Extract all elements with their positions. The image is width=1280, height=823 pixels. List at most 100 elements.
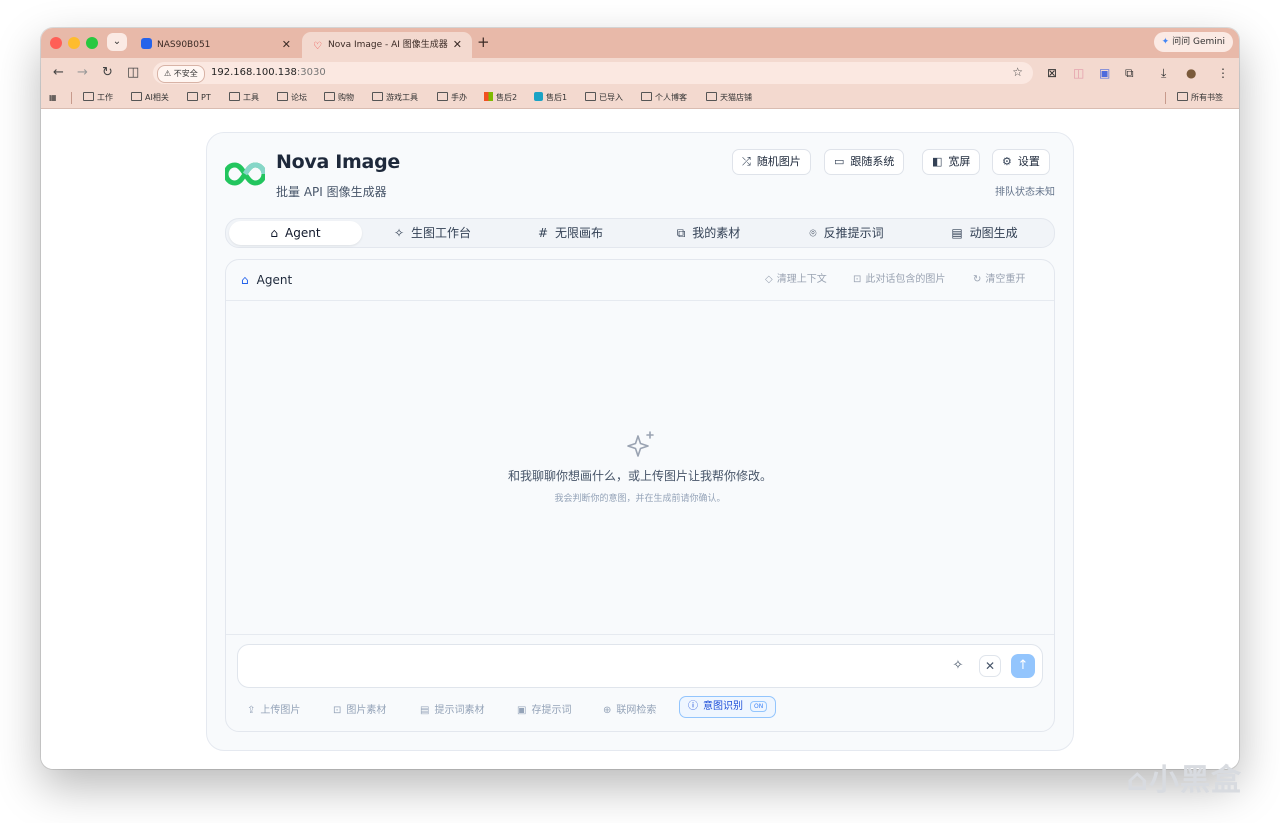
tool-label: 图片素材 bbox=[346, 705, 387, 716]
theme-follow-system-button[interactable]: ▭ 跟随系统 bbox=[824, 149, 905, 175]
minimize-window-button[interactable] bbox=[68, 37, 80, 49]
folder-icon bbox=[229, 92, 240, 101]
film-icon: ▤ bbox=[951, 226, 963, 240]
gemini-button[interactable]: ✦ 问问 Gemini bbox=[1153, 32, 1233, 52]
settings-button[interactable]: ⚙ 设置 bbox=[992, 149, 1050, 175]
browser-tab-nova[interactable]: ♡ Nova Image - AI 图像生成器 ✕ bbox=[302, 32, 472, 58]
folder-icon bbox=[437, 92, 448, 101]
folder-icon bbox=[1177, 92, 1188, 101]
intent-icon: ⓘ bbox=[688, 701, 698, 712]
forward-icon[interactable]: → bbox=[77, 65, 88, 81]
chat-images-button[interactable]: ⊡ 此对话包含的图片 bbox=[853, 260, 945, 300]
upload-image-button[interactable]: ⇪ 上传图片 bbox=[247, 701, 300, 716]
tab-label: 无限画布 bbox=[555, 226, 604, 240]
nova-favicon-icon: ♡ bbox=[313, 41, 322, 52]
tab-search-button[interactable]: ⌄ bbox=[107, 33, 127, 51]
monitor-icon: ▭ bbox=[834, 155, 845, 168]
save-prompt-button[interactable]: ▣ 存提示词 bbox=[517, 701, 571, 716]
bookmark-folder[interactable]: PT bbox=[187, 91, 211, 105]
random-image-button[interactable]: ⤮ 随机图片 bbox=[732, 149, 811, 175]
tab-workbench[interactable]: ✧ 生图工作台 bbox=[366, 221, 499, 245]
tab-label: Agent bbox=[285, 226, 321, 240]
intent-recognition-toggle[interactable]: ⓘ 意图识别 ON bbox=[679, 696, 777, 718]
tab-infinite-canvas[interactable]: # 无限画布 bbox=[504, 221, 637, 245]
nova-logo-icon bbox=[225, 162, 265, 186]
bookmark-link[interactable]: 售后2 bbox=[484, 91, 517, 105]
bookmark-label: 个人博客 bbox=[655, 93, 687, 102]
widescreen-button[interactable]: ◧ 宽屏 bbox=[922, 149, 981, 175]
omnibox[interactable]: ⚠ 不安全 192.168.100.138:3030 ☆ bbox=[153, 62, 1033, 84]
extension-icon[interactable]: ⊠ bbox=[1047, 66, 1057, 80]
gear-icon: ⚙ bbox=[1002, 155, 1012, 168]
bookmark-folder[interactable]: 工具 bbox=[229, 91, 259, 105]
watermark-logo: ⌂小黑盒 bbox=[1126, 763, 1242, 798]
extension-icon[interactable]: ◫ bbox=[1073, 66, 1084, 80]
message-input[interactable]: ✧ ✕ ↑ bbox=[237, 644, 1043, 688]
new-tab-button[interactable]: + bbox=[477, 33, 490, 51]
close-tab-icon[interactable]: ✕ bbox=[282, 32, 291, 58]
tab-my-assets[interactable]: ⧉ 我的素材 bbox=[642, 221, 775, 245]
extension-icon[interactable]: ▣ bbox=[1099, 66, 1110, 80]
tab-title: Nova Image - AI 图像生成器 bbox=[328, 40, 448, 50]
send-button[interactable]: ↑ bbox=[1011, 654, 1035, 678]
bookmark-label: 工具 bbox=[243, 93, 259, 102]
bookmark-label: AI相关 bbox=[145, 93, 169, 102]
close-tab-icon[interactable]: ✕ bbox=[453, 32, 462, 58]
enhance-prompt-button[interactable]: ✧ bbox=[947, 655, 969, 677]
bookmark-folder[interactable]: 已导入 bbox=[585, 91, 623, 105]
web-search-button[interactable]: ⊕ 联网检索 bbox=[603, 701, 656, 716]
tab-reverse-prompt[interactable]: ⌾ 反推提示词 bbox=[780, 221, 913, 245]
clear-input-button[interactable]: ✕ bbox=[979, 655, 1001, 677]
bookmark-folder[interactable]: 手办 bbox=[437, 91, 467, 105]
zoom-window-button[interactable] bbox=[86, 37, 98, 49]
tab-agent[interactable]: ⌂ Agent bbox=[229, 221, 362, 245]
bookmark-label: 论坛 bbox=[291, 93, 307, 102]
security-chip[interactable]: ⚠ 不安全 bbox=[157, 65, 205, 83]
bookmark-link[interactable]: 售后1 bbox=[534, 91, 567, 105]
robot-icon: ⌂ bbox=[241, 273, 249, 287]
browser-tab-nas[interactable]: NAS90B051 ✕ bbox=[131, 32, 301, 58]
prompt-assets-button[interactable]: ▤ 提示词素材 bbox=[420, 701, 484, 716]
bookmark-folder[interactable]: AI相关 bbox=[131, 91, 169, 105]
avatar[interactable]: ● bbox=[1186, 66, 1196, 80]
bookmark-label: 游戏工具 bbox=[386, 93, 418, 102]
folder-icon bbox=[585, 92, 596, 101]
bookmark-star-icon[interactable]: ☆ bbox=[1012, 65, 1023, 79]
bookmark-label: 已导入 bbox=[599, 93, 623, 102]
bookmark-folder[interactable]: 论坛 bbox=[277, 91, 307, 105]
reset-chat-button[interactable]: ↻ 清空重开 bbox=[973, 260, 1025, 300]
folder-icon bbox=[324, 92, 335, 101]
main-tabs: ⌂ Agent ✧ 生图工作台 # 无限画布 ⧉ 我的素材 ⌾ 反推提示词 ▤ 动图生成 bbox=[225, 218, 1055, 248]
robot-icon: ⌂ bbox=[270, 226, 279, 240]
bookmark-folder[interactable]: 游戏工具 bbox=[372, 91, 418, 105]
back-icon[interactable]: ← bbox=[53, 65, 64, 81]
apps-grid-icon[interactable]: ▦ bbox=[49, 91, 57, 105]
tab-animation[interactable]: ▤ 动图生成 bbox=[918, 221, 1051, 245]
globe-icon: ⊕ bbox=[603, 705, 612, 716]
folder-icon bbox=[83, 92, 94, 101]
bookmark-folder[interactable]: 天猫店铺 bbox=[706, 91, 752, 105]
bookmark-label: 天猫店铺 bbox=[720, 93, 752, 102]
toggle-state-badge: ON bbox=[750, 701, 768, 712]
puzzle-icon[interactable]: ⧉ bbox=[1125, 66, 1134, 80]
menu-dots-icon[interactable]: ⋮ bbox=[1217, 66, 1229, 80]
download-icon[interactable]: ⤓ bbox=[1161, 66, 1166, 80]
bookmark-folder[interactable]: 购物 bbox=[324, 91, 354, 105]
image-assets-button[interactable]: ⊡ 图片素材 bbox=[333, 701, 386, 716]
hash-icon: # bbox=[537, 226, 549, 240]
all-bookmarks-folder[interactable]: 所有书签 bbox=[1177, 91, 1223, 105]
widescreen-icon: ◧ bbox=[932, 155, 943, 168]
bookmark-folder[interactable]: 工作 bbox=[83, 91, 113, 105]
reload-icon[interactable]: ↻ bbox=[102, 65, 113, 81]
clear-context-button[interactable]: ◇ 清理上下文 bbox=[765, 260, 827, 300]
bookmark-folder[interactable]: 个人博客 bbox=[641, 91, 687, 105]
tool-label: 上传图片 bbox=[260, 705, 301, 716]
empty-state-message: 和我聊聊你想画什么，或上传图片让我帮你修改。 bbox=[507, 469, 772, 483]
site-icon bbox=[534, 92, 543, 101]
url-host: 192.168.100.138 bbox=[211, 67, 297, 78]
split-view-icon[interactable]: ◫ bbox=[127, 65, 139, 81]
sparkles-icon bbox=[627, 431, 654, 457]
bookmark-separator bbox=[71, 92, 72, 104]
url-text[interactable]: 192.168.100.138:3030 bbox=[211, 62, 326, 84]
close-window-button[interactable] bbox=[50, 37, 62, 49]
